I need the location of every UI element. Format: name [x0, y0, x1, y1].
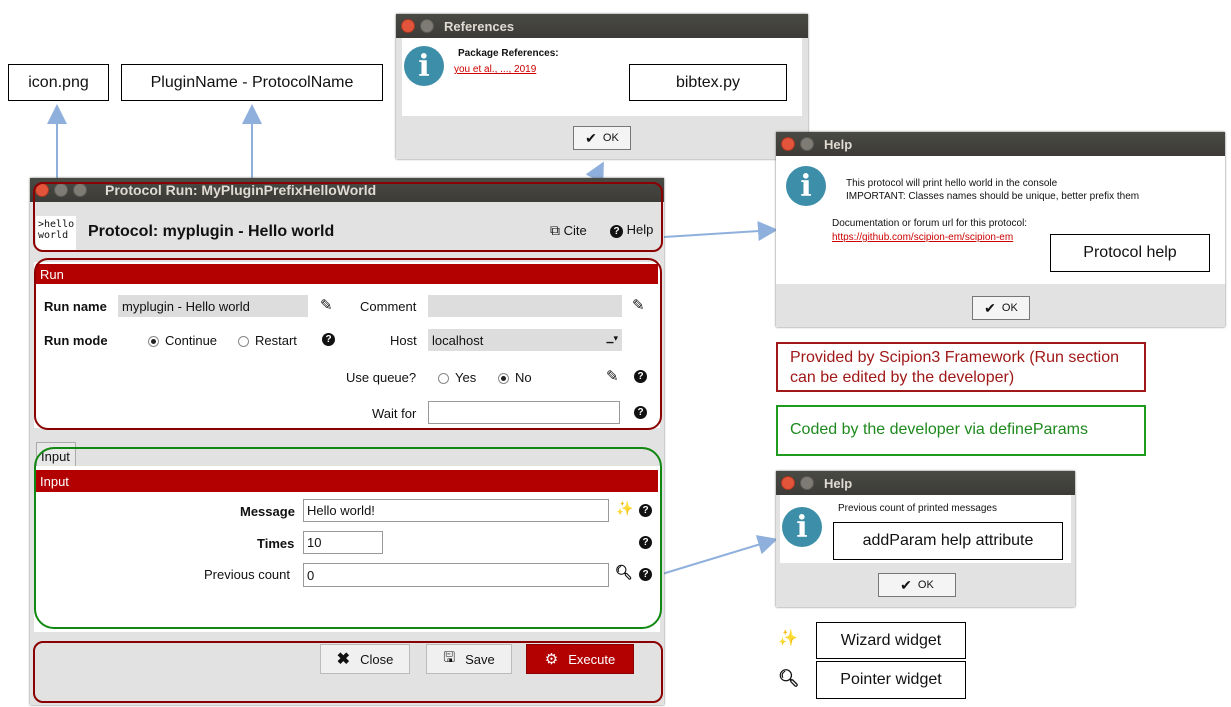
check-icon: ✔ [900, 576, 912, 593]
minimize-icon[interactable] [420, 19, 434, 33]
close-icon[interactable] [781, 476, 795, 490]
protocol-run-window: Protocol Run: MyPluginPrefixHelloWorld >… [30, 178, 664, 705]
help2-text: Previous count of printed messages [838, 503, 997, 514]
help-titlebar: Help [776, 132, 1225, 156]
references-body: i Package References: you et al., ..., 2… [402, 38, 802, 116]
help-line-1: This protocol will print hello world in … [846, 178, 1058, 189]
ok-label: OK [917, 579, 934, 591]
callout-plugin-protocol-name: PluginName - ProtocolName [121, 64, 383, 101]
run-section-frame [34, 258, 662, 430]
close-icon[interactable] [401, 19, 415, 33]
help-line-2: IMPORTANT: Classes names should be uniqu… [846, 191, 1140, 202]
references-title: References [444, 18, 515, 34]
info-icon: i [404, 46, 444, 86]
references-dialog: References i Package References: you et … [396, 14, 808, 159]
input-section-frame [34, 447, 662, 629]
ok-label: OK [1001, 302, 1018, 314]
callout-pointer-widget: Pointer widget [816, 661, 966, 699]
callout-protocol-help: Protocol help [1050, 234, 1210, 272]
minimize-icon[interactable] [800, 476, 814, 490]
info-icon: i [782, 507, 822, 547]
callout-bibtex: bibtex.py [629, 64, 787, 101]
help-link[interactable]: https://github.com/scipion-em/scipion-em [832, 232, 1013, 243]
help-body: i This protocol will print hello world i… [776, 156, 1225, 284]
references-titlebar: References [396, 14, 808, 38]
framework-note-text: Provided by Scipion3 Framework (Run sect… [790, 349, 1120, 386]
help2-titlebar: Help [776, 471, 1075, 495]
header-frame [33, 182, 663, 252]
defineparams-note: Coded by the developer via defineParams [776, 405, 1146, 456]
help2-ok-button[interactable]: ✔ OK [878, 573, 956, 597]
info-icon: i [786, 166, 826, 206]
check-icon: ✔ [585, 129, 597, 146]
defineparams-note-text: Coded by the developer via defineParams [790, 421, 1088, 438]
search-icon: 🔍︎ [778, 669, 800, 688]
protocol-help-dialog: Help i This protocol will print hello wo… [776, 132, 1225, 327]
help-ok-button[interactable]: ✔ OK [972, 296, 1030, 320]
callout-icon-png: icon.png [8, 64, 109, 101]
callout-addparam-help: addParam help attribute [833, 522, 1063, 560]
references-heading: Package References: [458, 48, 559, 59]
references-ok-button[interactable]: ✔ OK [573, 126, 631, 150]
callout-wizard-widget: Wizard widget [816, 622, 966, 659]
close-icon[interactable] [781, 137, 795, 151]
wand-icon: ✨ [778, 630, 798, 647]
help2-title: Help [824, 475, 853, 491]
minimize-icon[interactable] [800, 137, 814, 151]
ok-label: OK [602, 132, 619, 144]
help-line-3: Documentation or forum url for this prot… [832, 218, 1028, 229]
references-link[interactable]: you et al., ..., 2019 [454, 64, 536, 75]
help-title: Help [824, 136, 853, 152]
check-icon: ✔ [984, 299, 996, 316]
help2-body: i Previous count of printed messages add… [780, 495, 1071, 563]
buttons-frame [33, 641, 663, 703]
framework-note: Provided by Scipion3 Framework (Run sect… [776, 342, 1146, 392]
param-help-dialog: Help i Previous count of printed message… [776, 471, 1075, 607]
